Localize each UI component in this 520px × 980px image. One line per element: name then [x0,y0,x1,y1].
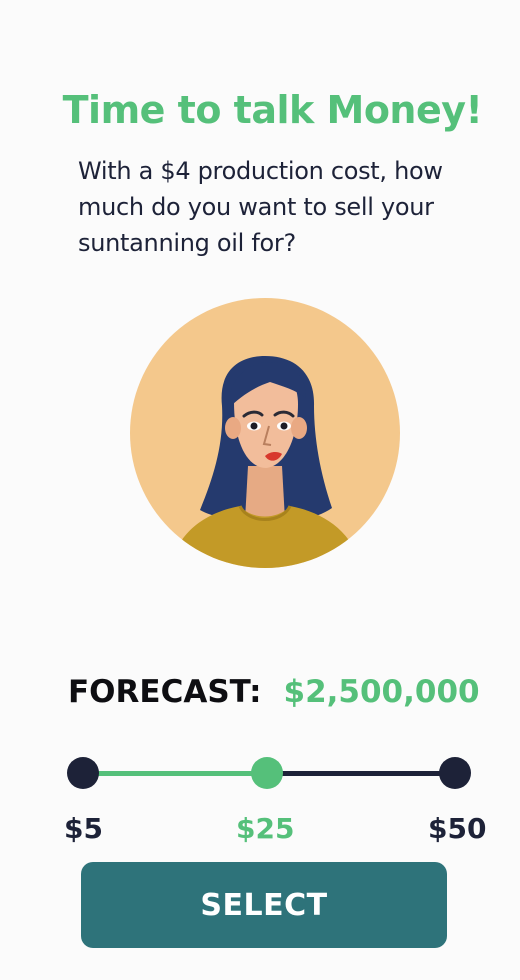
slider-track-empty [266,771,455,776]
price-option-selected-label: $25 [236,812,295,845]
woman-portrait-icon [130,298,400,568]
price-option-max-label: $50 [428,812,487,845]
page-title: Time to talk Money! [62,88,483,132]
character-avatar [130,298,400,568]
slider-stop-max[interactable] [439,757,471,789]
slider-stop-min[interactable] [67,757,99,789]
forecast-value: $2,500,000 [283,674,480,710]
price-question: With a $4 production cost, how much do y… [78,157,443,257]
forecast-label: FORECAST: [68,674,262,710]
slider-thumb-selected[interactable] [251,757,283,789]
price-option-min-label: $5 [64,812,103,845]
slider-track-filled [83,771,266,776]
price-slider[interactable] [66,754,472,794]
forecast-row: FORECAST: $2,500,000 [68,668,488,716]
select-button[interactable]: SELECT [81,862,447,948]
